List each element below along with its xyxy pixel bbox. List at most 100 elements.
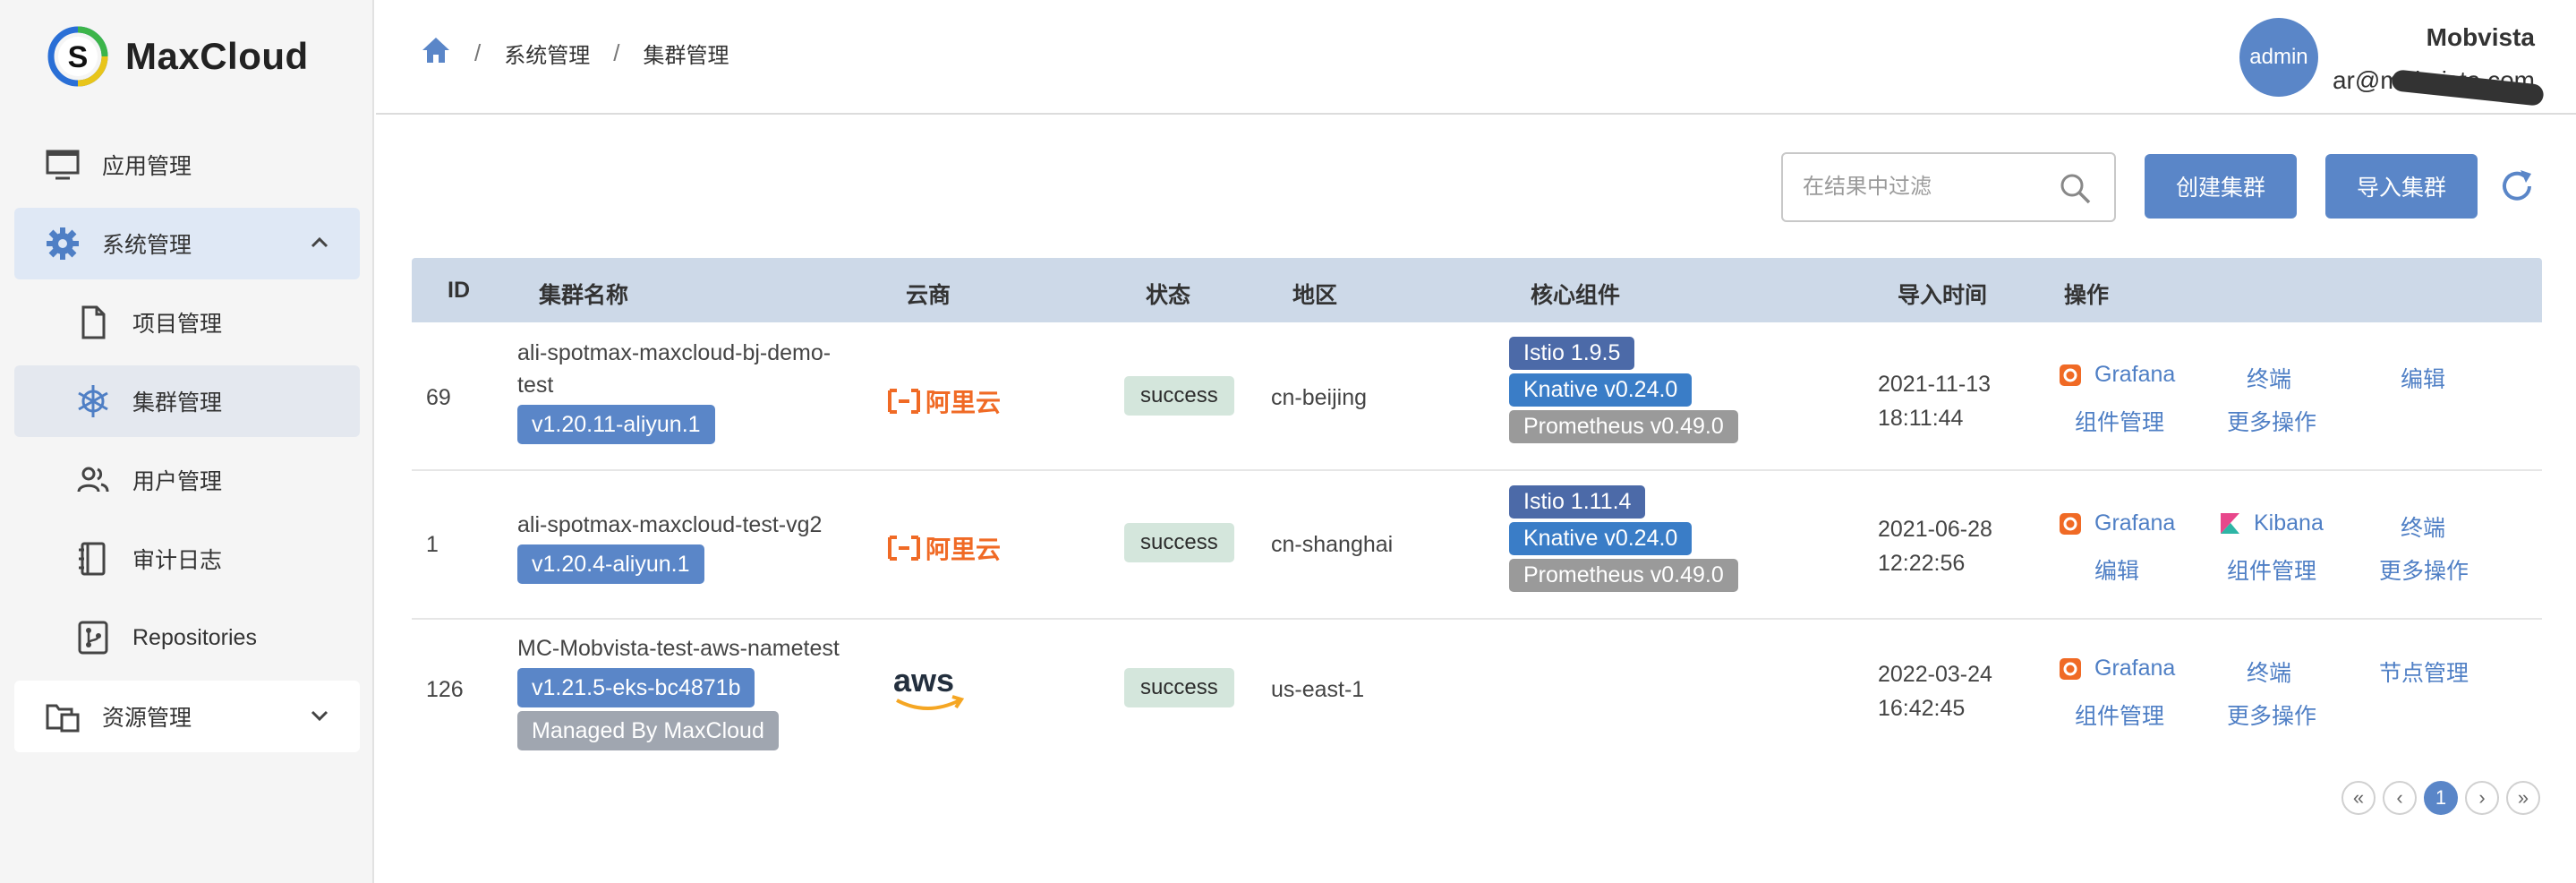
component-manage-link[interactable]: 组件管理 [2075,405,2164,437]
monitor-icon [43,145,82,184]
sidebar-item-system[interactable]: 系统管理 [14,208,360,279]
user-name: Mobvista [2426,23,2535,51]
edit-link[interactable]: 编辑 [2094,553,2139,586]
more-actions-link[interactable]: 更多操作 [2227,699,2316,731]
create-cluster-button[interactable]: 创建集群 [2145,154,2297,219]
terminal-link[interactable]: 终端 [2247,362,2291,394]
sidebar-item-label: 系统管理 [102,233,192,258]
grafana-icon [2060,657,2081,680]
component-badge: Knative v0.24.0 [1509,373,1693,407]
refresh-icon[interactable] [2497,167,2537,206]
gear-icon [43,224,82,263]
component-badge: Istio 1.9.5 [1509,337,1635,370]
search-icon[interactable] [2059,172,2093,210]
grafana-icon [2060,364,2081,386]
log-book-icon [73,539,113,579]
status-badge: success [1124,523,1234,562]
component-manage-link[interactable]: 组件管理 [2227,553,2316,586]
version-badge: v1.20.4-aliyun.1 [517,544,704,584]
sidebar-item-users[interactable]: 用户管理 [14,444,360,516]
cluster-id: 1 [426,532,439,557]
page-1-button[interactable]: 1 [2424,781,2458,815]
cluster-name[interactable]: ali-spotmax-maxcloud-test-vg2 [517,509,822,541]
table-row: 1 ali-spotmax-maxcloud-test-vg2 v1.20.4-… [412,471,2542,620]
search-box[interactable] [1781,152,2116,222]
import-cluster-button[interactable]: 导入集群 [2325,154,2478,219]
sidebar-item-projects[interactable]: 项目管理 [14,287,360,358]
sidebar-item-audit-log[interactable]: 审计日志 [14,523,360,595]
managed-badge: Managed By MaxCloud [517,711,779,750]
first-page-button[interactable]: « [2341,781,2376,815]
prev-page-button[interactable]: ‹ [2383,781,2417,815]
maxcloud-logo-icon: S [47,26,108,87]
user-info: Mobvista ar@mobvista.com [2333,18,2545,107]
next-page-button[interactable]: › [2465,781,2499,815]
top-header: / 系统管理 / 集群管理 admin Mobvista ar@mobvista… [376,0,2576,115]
folders-icon [43,697,82,736]
grafana-link[interactable]: Grafana [2059,510,2175,536]
avatar[interactable]: admin [2239,18,2318,97]
breadcrumb-separator: / [474,39,482,66]
aliyun-logo: 阿里云 [886,532,1011,570]
component-badge: Istio 1.11.4 [1509,485,1646,519]
import-time: 2021-06-28 12:22:56 [1878,517,1992,576]
component-badge: Prometheus v0.49.0 [1509,559,1738,592]
user-menu[interactable]: admin Mobvista ar@mobvista.com [2239,18,2545,107]
cluster-name-cell: ali-spotmax-maxcloud-bj-demo- test v1.20… [517,337,831,444]
cluster-name[interactable]: MC-Mobvista-test-aws-nametest [517,632,840,664]
more-actions-link[interactable]: 更多操作 [2227,405,2316,437]
terminal-link[interactable]: 终端 [2401,510,2445,543]
cluster-region: cn-beijing [1271,385,1368,410]
sidebar-item-label: 集群管理 [132,390,223,416]
search-input[interactable] [1803,175,2053,200]
column-header-provider: 云商 [906,283,951,308]
aws-logo: aws [891,662,967,723]
component-badge: Knative v0.24.0 [1509,522,1693,555]
user-email: ar@mobvista.com [2333,66,2545,107]
sidebar-item-apps[interactable]: 应用管理 [14,129,360,201]
cluster-id: 69 [426,385,451,410]
svg-text:阿里云: 阿里云 [925,535,1001,564]
sidebar-item-resources[interactable]: 资源管理 [14,681,360,752]
home-icon[interactable] [421,36,451,71]
import-time: 2022-03-24 16:42:45 [1878,662,1992,721]
column-header-region: 地区 [1292,283,1338,308]
more-actions-link[interactable]: 更多操作 [2379,553,2469,586]
grafana-link[interactable]: Grafana [2059,656,2175,682]
table-header: ID 集群名称 云商 状态 地区 核心组件 导入时间 操作 [412,258,2542,322]
chevron-down-icon [306,702,333,729]
sidebar-item-label: 资源管理 [102,706,192,731]
sidebar-item-label: 项目管理 [132,312,223,337]
kibana-icon [2221,512,2239,534]
breadcrumb-item-clusters: 集群管理 [643,44,729,68]
brand-logo[interactable]: S MaxCloud [47,25,309,88]
node-manage-link[interactable]: 节点管理 [2379,656,2469,688]
breadcrumb-separator: / [613,39,620,66]
grafana-link[interactable]: Grafana [2059,362,2175,388]
component-badge: Prometheus v0.49.0 [1509,410,1738,443]
last-page-button[interactable]: » [2506,781,2540,815]
sidebar-item-label: Repositories [132,624,257,650]
column-header-components: 核心组件 [1531,283,1621,308]
cluster-name[interactable]: ali-spotmax-maxcloud-bj-demo- [517,337,831,369]
breadcrumb-item-system[interactable]: 系统管理 [504,38,590,69]
components-cell: Istio 1.9.5 Knative v0.24.0 Prometheus v… [1509,337,1738,447]
column-header-import-time: 导入时间 [1898,283,1988,308]
sidebar-item-clusters[interactable]: 集群管理 [14,365,360,437]
status-badge: success [1124,376,1234,416]
component-manage-link[interactable]: 组件管理 [2075,699,2164,731]
cluster-name-cell: ali-spotmax-maxcloud-test-vg2 v1.20.4-al… [517,509,822,584]
document-icon [73,303,113,342]
kibana-link[interactable]: Kibana [2218,510,2324,536]
repo-icon [73,618,113,657]
version-badge: v1.20.11-aliyun.1 [517,405,715,444]
column-header-actions: 操作 [2064,283,2110,308]
cluster-region: cn-shanghai [1271,532,1394,557]
svg-text:阿里云: 阿里云 [925,388,1001,417]
edit-link[interactable]: 编辑 [2401,362,2445,394]
sidebar-item-repositories[interactable]: Repositories [14,602,360,673]
aliyun-logo: 阿里云 [886,385,1011,424]
breadcrumb: / 系统管理 / 集群管理 [421,36,729,71]
cluster-name-cont[interactable]: test [517,369,831,401]
terminal-link[interactable]: 终端 [2247,656,2291,688]
